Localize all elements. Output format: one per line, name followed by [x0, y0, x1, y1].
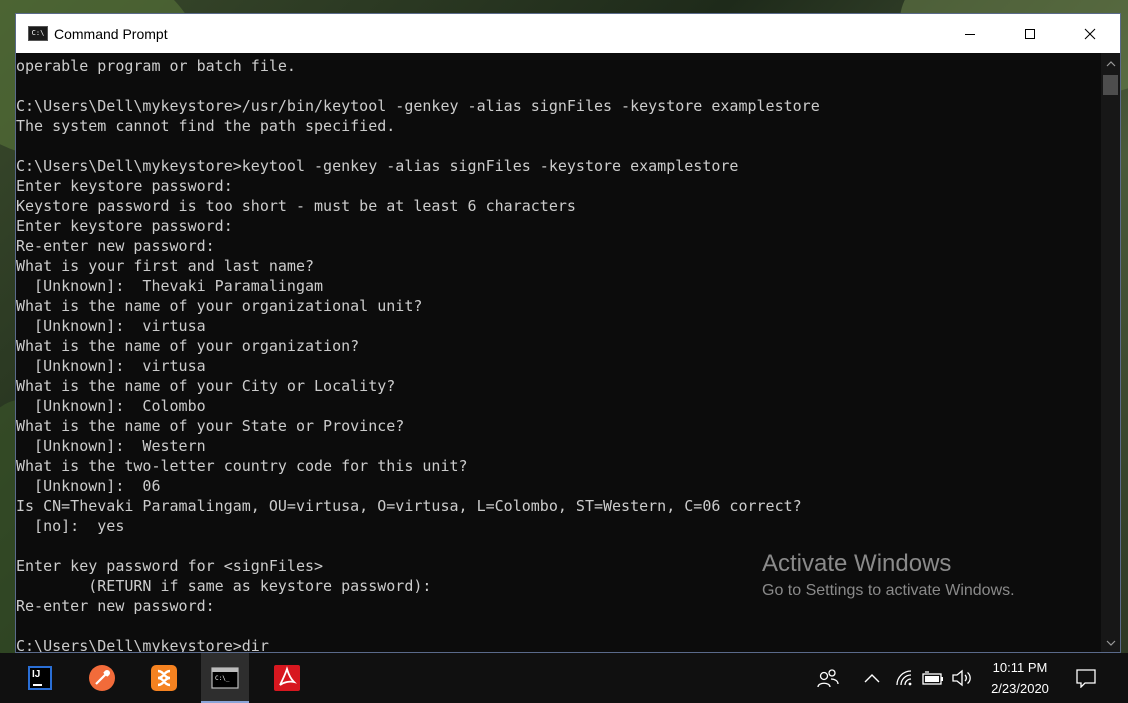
vertical-scrollbar[interactable]	[1101, 53, 1120, 652]
window-title: Command Prompt	[54, 25, 168, 42]
chevron-up-icon	[1106, 61, 1115, 67]
wifi-icon[interactable]	[894, 666, 916, 690]
console-line: [Unknown]: virtusa	[16, 357, 206, 375]
console-line: The system cannot find the path specifie…	[16, 117, 396, 135]
chevron-down-icon	[1106, 640, 1115, 646]
taskbar-acrobat-button[interactable]	[263, 653, 311, 703]
console-line: [Unknown]: Thevaki Paramalingam	[16, 277, 324, 295]
clock-date: 2/23/2020	[991, 681, 1049, 696]
taskbar-postman-button[interactable]	[78, 653, 126, 703]
console-line: [Unknown]: Western	[16, 437, 206, 455]
close-button[interactable]	[1060, 14, 1120, 53]
taskbar-intellij-button[interactable]: IJ	[16, 653, 64, 703]
volume-icon[interactable]	[950, 666, 974, 690]
intellij-icon-text: IJ	[32, 669, 41, 680]
console-line: operable program or batch file.	[16, 57, 296, 75]
console-line: Enter keystore password:	[16, 217, 233, 235]
xampp-icon	[151, 665, 177, 691]
taskbar: IJ C:\_ 10:11 PM 2/23/2020	[0, 653, 1128, 703]
console-line: C:\Users\Dell\mykeystore>/usr/bin/keytoo…	[16, 97, 820, 115]
console-line: What is the name of your organizational …	[16, 297, 423, 315]
title-bar[interactable]: C:\ Command Prompt	[16, 14, 1120, 53]
console-line: What is the name of your organization?	[16, 337, 360, 355]
scroll-up-button[interactable]	[1101, 55, 1120, 73]
console-line: Is CN=Thevaki Paramalingam, OU=virtusa, …	[16, 497, 802, 515]
console-line: [no]: yes	[16, 517, 125, 535]
command-prompt-icon: C:\_	[211, 667, 239, 689]
taskbar-command-prompt-button[interactable]: C:\_	[201, 653, 249, 703]
console-line: What is the name of your State or Provin…	[16, 417, 405, 435]
intellij-icon: IJ	[28, 666, 52, 690]
cmd-app-icon[interactable]: C:\	[28, 26, 48, 41]
console-line: What is your first and last name?	[16, 257, 315, 275]
console-line: Re-enter new password:	[16, 237, 215, 255]
console-line: Enter keystore password:	[16, 177, 233, 195]
svg-text:C:\_: C:\_	[215, 675, 230, 682]
console-line: What is the two-letter country code for …	[16, 457, 468, 475]
activate-windows-watermark: Activate Windows Go to Settings to activ…	[762, 549, 1015, 602]
action-center-icon[interactable]	[1074, 666, 1098, 690]
window-controls	[940, 14, 1120, 53]
battery-icon[interactable]	[920, 666, 946, 690]
close-icon	[1084, 28, 1096, 39]
postman-icon	[89, 665, 115, 691]
taskbar-clock[interactable]: 10:11 PM 2/23/2020	[978, 657, 1062, 699]
maximize-button[interactable]	[1000, 14, 1060, 53]
acrobat-reader-icon	[274, 665, 300, 691]
maximize-icon	[1025, 28, 1035, 39]
console-line: What is the name of your City or Localit…	[16, 377, 396, 395]
minimize-button[interactable]	[940, 14, 1000, 53]
taskbar-xampp-button[interactable]	[140, 653, 188, 703]
scroll-thumb[interactable]	[1103, 75, 1118, 95]
watermark-subtitle: Go to Settings to activate Windows.	[762, 582, 1015, 599]
console-line: [Unknown]: 06	[16, 477, 161, 495]
console-line: C:\Users\Dell\mykeystore>dir	[16, 637, 269, 652]
console-line: [Unknown]: virtusa	[16, 317, 206, 335]
minimize-icon	[965, 33, 975, 35]
scroll-down-button[interactable]	[1101, 634, 1120, 652]
watermark-title: Activate Windows	[762, 550, 952, 577]
console-line: Keystore password is too short - must be…	[16, 197, 576, 215]
console-line: C:\Users\Dell\mykeystore>keytool -genkey…	[16, 157, 739, 175]
clock-time: 10:11 PM	[992, 660, 1048, 675]
console-line: [Unknown]: Colombo	[16, 397, 206, 415]
show-hidden-icons-chevron-up-icon[interactable]	[862, 666, 882, 690]
people-icon[interactable]	[816, 666, 840, 690]
